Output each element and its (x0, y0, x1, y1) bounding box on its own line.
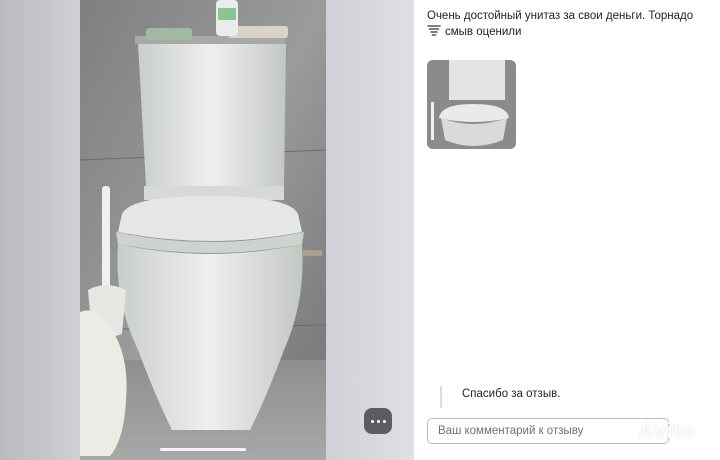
review-photo-thumbnail[interactable] (427, 60, 516, 149)
review-panel: Очень достойный унитаз за свои деньги. Т… (414, 0, 720, 460)
more-dots-icon (370, 419, 374, 423)
photo-viewer (0, 0, 414, 460)
toilet-thumbnail-image (427, 60, 516, 149)
seller-reply-text: Спасибо за отзыв. (462, 388, 561, 400)
tornado-icon (427, 25, 441, 36)
home-indicator (160, 448, 246, 451)
toilet-photo-image (80, 0, 326, 460)
photo-blur-left (0, 0, 80, 460)
reply-divider (440, 386, 442, 408)
review-text-line2: смыв оценили (445, 26, 522, 38)
avito-watermark: Avito (610, 418, 695, 444)
avito-watermark-text: Avito (638, 418, 695, 443)
review-text: Очень достойный унитаз за свои деньги. Т… (427, 8, 715, 40)
main-photo (80, 0, 326, 460)
photo-blur-right (326, 0, 414, 460)
avito-logo-icon (611, 424, 633, 439)
review-text-line1: Очень достойный унитаз за свои деньги. Т… (427, 10, 694, 22)
more-options-button[interactable] (364, 408, 392, 434)
